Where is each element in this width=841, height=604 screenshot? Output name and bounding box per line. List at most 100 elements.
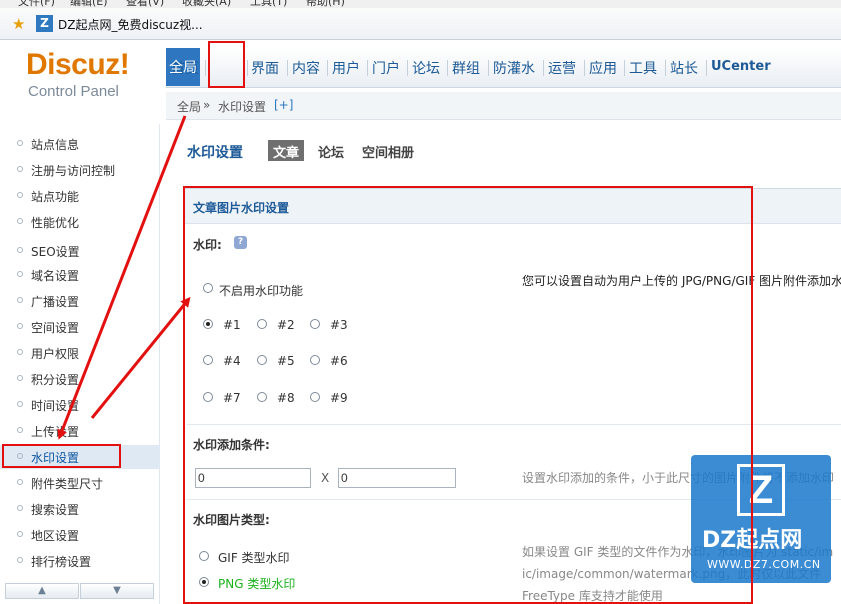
sidebar-scroll-down-icon[interactable]: ▼ <box>80 583 154 599</box>
sidebar-item-performance[interactable]: 性能优化 <box>0 210 160 234</box>
breadcrumb: 全局 » 水印设置 [+] <box>166 92 841 120</box>
page-title: 水印设置 <box>187 145 243 161</box>
logo-brand[interactable]: Discuz! <box>26 48 130 82</box>
sidebar-item-site-info[interactable]: 站点信息 <box>0 132 160 156</box>
bullet-icon <box>17 166 23 172</box>
position-6-label: #6 <box>330 354 348 368</box>
nav-ui[interactable]: 界面 <box>251 58 279 78</box>
breadcrumb-current: 水印设置 <box>218 100 267 114</box>
sidebar-item-space[interactable]: 空间设置 <box>0 315 160 339</box>
bullet-icon <box>17 349 23 355</box>
top-nav: 首页 全局 界面 内容 用户 门户 论坛 群组 防灌水 运营 应用 工具 站长 … <box>166 48 841 88</box>
favorites-star-icon[interactable]: ★ <box>12 16 28 32</box>
radio-position-1[interactable] <box>203 319 213 329</box>
sidebar-item-site-functions[interactable]: 站点功能 <box>0 184 160 208</box>
nav-tools[interactable]: 工具 <box>629 58 657 78</box>
tab-album[interactable]: 空间相册 <box>357 140 419 161</box>
nav-divider <box>624 60 625 76</box>
bullet-icon <box>17 218 23 224</box>
nav-webmaster[interactable]: 站长 <box>670 58 698 78</box>
menu-view[interactable]: 查看(V) <box>126 0 164 8</box>
sidebar-item-ranking[interactable]: 排行榜设置 <box>0 549 160 573</box>
nav-antispam[interactable]: 防灌水 <box>493 58 535 78</box>
bullet-icon <box>17 531 23 537</box>
position-1-label: #1 <box>223 318 241 332</box>
add-shortcut-button[interactable]: [+] <box>274 98 293 112</box>
radio-position-8[interactable] <box>257 392 267 402</box>
position-7-label: #7 <box>223 391 241 405</box>
favorite-link[interactable]: DZ起点网_免费discuz视... <box>58 16 203 33</box>
bullet-icon <box>17 140 23 146</box>
radio-position-2[interactable] <box>257 319 267 329</box>
sidebar-item-watermark[interactable]: 水印设置 <box>0 445 160 469</box>
help-icon[interactable]: ? <box>234 236 247 249</box>
bullet-icon <box>17 192 23 198</box>
nav-divider <box>543 60 544 76</box>
nav-apps[interactable]: 应用 <box>589 58 617 78</box>
width-input[interactable] <box>195 468 311 488</box>
radio-png-type[interactable] <box>199 577 209 587</box>
radio-disable-watermark[interactable] <box>203 283 213 293</box>
menu-file[interactable]: 文件(F) <box>18 0 55 8</box>
radio-position-5[interactable] <box>257 355 267 365</box>
bullet-icon <box>17 247 23 253</box>
menu-edit[interactable]: 编辑(E) <box>70 0 108 8</box>
nav-ucenter[interactable]: UCenter <box>711 59 771 74</box>
nav-content[interactable]: 内容 <box>292 58 320 78</box>
sidebar-item-permissions[interactable]: 用户权限 <box>0 341 160 365</box>
watermark-description: 您可以设置自动为用户上传的 JPG/PNG/GIF 图片附件添加水 <box>522 274 841 288</box>
sidebar-item-time[interactable]: 时间设置 <box>0 393 160 417</box>
radio-gif-type[interactable] <box>199 551 209 561</box>
annotation-box-content <box>183 186 753 604</box>
tab-forum[interactable]: 论坛 <box>313 140 349 161</box>
sidebar-item-broadcast[interactable]: 广播设置 <box>0 289 160 313</box>
nav-divider <box>287 60 288 76</box>
sidebar-item-region[interactable]: 地区设置 <box>0 523 160 547</box>
sidebar-scroll-up-icon[interactable]: ▲ <box>5 583 79 599</box>
sidebar-item-seo[interactable]: SEO设置 <box>0 239 160 263</box>
radio-position-6[interactable] <box>310 355 320 365</box>
nav-portal[interactable]: 门户 <box>372 58 400 78</box>
nav-divider <box>367 60 368 76</box>
radio-position-4[interactable] <box>203 355 213 365</box>
nav-divider <box>327 60 328 76</box>
nav-divider <box>447 60 448 76</box>
bullet-icon <box>17 271 23 277</box>
sidebar-item-domain[interactable]: 域名设置 <box>0 263 160 287</box>
bullet-icon <box>17 375 23 381</box>
condition-label: 水印添加条件: <box>193 438 270 452</box>
radio-position-9[interactable] <box>310 392 320 402</box>
sidebar-item-upload[interactable]: 上传设置 <box>0 419 160 443</box>
radio-position-7[interactable] <box>203 392 213 402</box>
radio-position-3[interactable] <box>310 319 320 329</box>
bullet-icon <box>17 505 23 511</box>
nav-forum[interactable]: 论坛 <box>412 58 440 78</box>
nav-divider <box>488 60 489 76</box>
bullet-icon <box>17 479 23 485</box>
sidebar-item-search[interactable]: 搜索设置 <box>0 497 160 521</box>
nav-users[interactable]: 用户 <box>332 58 360 78</box>
browser-menubar: 文件(F) 编辑(E) 查看(V) 收藏夹(A) 工具(T) 帮助(H) <box>0 0 841 8</box>
bullet-icon <box>17 323 23 329</box>
nav-global-active[interactable]: 全局 <box>166 48 200 86</box>
sidebar-item-attachment-types[interactable]: 附件类型尺寸 <box>0 471 160 495</box>
nav-divider <box>205 60 206 76</box>
height-input[interactable] <box>338 468 456 488</box>
bullet-icon <box>17 557 23 563</box>
breadcrumb-root[interactable]: 全局 <box>177 98 201 115</box>
nav-groups[interactable]: 群组 <box>452 58 480 78</box>
bullet-icon <box>17 297 23 303</box>
menu-help[interactable]: 帮助(H) <box>306 0 345 8</box>
menu-tools[interactable]: 工具(T) <box>250 0 287 8</box>
position-9-label: #9 <box>330 391 348 405</box>
watermark-logo-icon: Z <box>737 464 785 516</box>
sidebar-item-credits[interactable]: 积分设置 <box>0 367 160 391</box>
type-tip-line3: FreeType 库支持才能使用 <box>522 589 663 603</box>
times-symbol: X <box>321 471 330 485</box>
gif-type-label: GIF 类型水印 <box>218 551 290 565</box>
sidebar-item-register[interactable]: 注册与访问控制 <box>0 158 160 182</box>
nav-operations[interactable]: 运营 <box>548 58 576 78</box>
section-header: 文章图片水印设置 <box>185 188 841 224</box>
menu-favorites[interactable]: 收藏夹(A) <box>182 0 231 8</box>
tab-article[interactable]: 文章 <box>268 140 305 161</box>
